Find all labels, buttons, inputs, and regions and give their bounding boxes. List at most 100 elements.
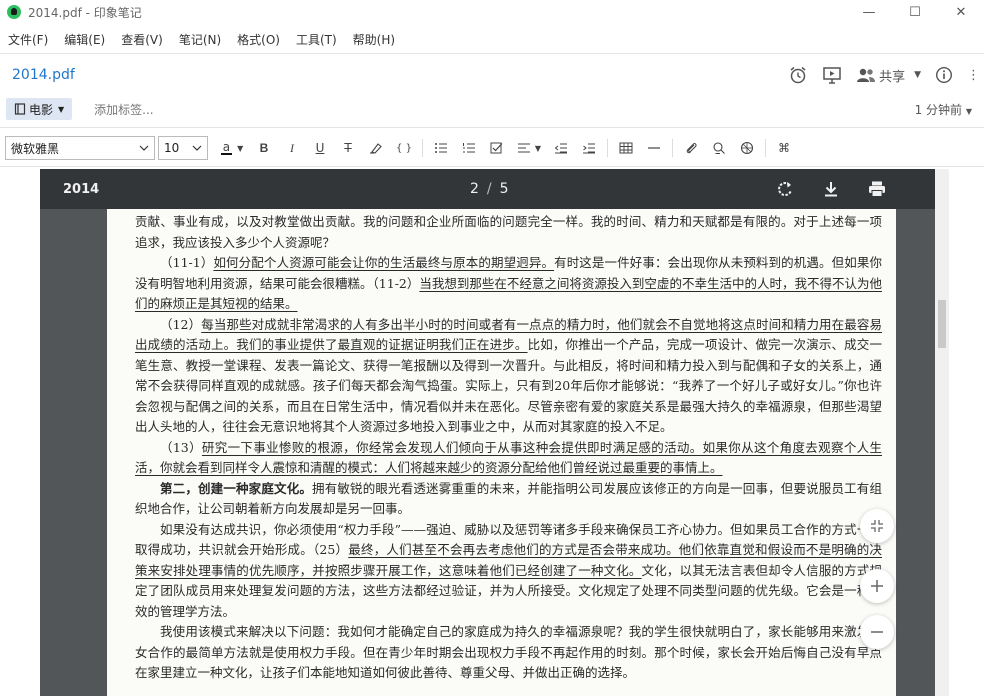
pdf-actions bbox=[762, 169, 900, 209]
chevron-down-icon: ▼ bbox=[534, 143, 542, 153]
font-family-value: 微软雅黑 bbox=[11, 141, 60, 156]
pdf-paragraph: 第二，创建一种家庭文化。拥有敏锐的眼光看透迷雾重重的未来，并能指明公司发展应该修… bbox=[135, 479, 882, 520]
align-button[interactable]: ▼ bbox=[511, 136, 547, 160]
text-color-button[interactable]: a ▼ bbox=[214, 136, 250, 160]
indent-icon[interactable] bbox=[575, 136, 603, 160]
page-current[interactable]: 2 bbox=[470, 181, 479, 197]
minimize-button[interactable]: — bbox=[846, 0, 892, 24]
strikethrough-button[interactable]: T bbox=[334, 136, 362, 160]
updated-time[interactable]: 1 分钟前 ▼ bbox=[915, 101, 972, 118]
note-header-tools: 共享 ▼ ⋮ bbox=[788, 60, 984, 90]
notebook-name: 电影 bbox=[29, 102, 54, 117]
add-tag-input[interactable]: 添加标签... bbox=[94, 101, 153, 118]
code-block-button[interactable]: { } bbox=[390, 136, 418, 160]
format-toolbar: 微软雅黑 10 a ▼ B I U T { } ▼ ⌘ bbox=[0, 132, 984, 164]
font-family-select[interactable]: 微软雅黑 bbox=[5, 136, 155, 160]
outdent-icon[interactable] bbox=[547, 136, 575, 160]
align-left-icon bbox=[517, 143, 530, 153]
divider bbox=[0, 127, 984, 128]
share-button[interactable]: 共享 ▼ bbox=[856, 66, 921, 85]
checkbox-icon[interactable] bbox=[483, 136, 511, 160]
menu-tools[interactable]: 工具(T) bbox=[296, 31, 337, 48]
chevron-down-icon: ▼ bbox=[965, 106, 972, 116]
section-heading: 第二，创建一种家庭文化。 bbox=[160, 480, 313, 496]
more-options-icon[interactable]: ⋮ bbox=[967, 68, 980, 83]
present-icon[interactable] bbox=[822, 66, 842, 84]
note-title[interactable]: 2014.pdf bbox=[12, 67, 75, 83]
toolbar-divider bbox=[422, 139, 423, 157]
pdf-paragraph: （13）研究一下事业惨败的根源，你经常会发现人们倾向于从事这种会提供即时满足感的… bbox=[135, 438, 882, 479]
font-size-value: 10 bbox=[164, 141, 180, 155]
underlined-text: 如何分配个人资源可能会让你的生活最终与原本的期望迥异。 bbox=[213, 255, 555, 270]
attachment-icon[interactable] bbox=[677, 136, 705, 160]
zoom-in-icon[interactable] bbox=[860, 569, 894, 603]
menu-view[interactable]: 查看(V) bbox=[121, 31, 163, 48]
chevron-down-icon: ▼ bbox=[237, 143, 244, 153]
info-icon[interactable] bbox=[935, 66, 953, 84]
question-marker: （13） bbox=[160, 439, 202, 455]
scrollbar-thumb[interactable] bbox=[938, 300, 946, 348]
pdf-paragraph: 我使用该模式来解决以下问题：我如何才能确定自己的家庭成为持久的幸福源泉呢？我的学… bbox=[135, 624, 882, 680]
bold-button[interactable]: B bbox=[250, 136, 278, 160]
menu-help[interactable]: 帮助(H) bbox=[353, 31, 395, 48]
vertical-scrollbar[interactable] bbox=[935, 169, 949, 696]
pdf-viewer-area: 2014 2 / 5 贡献、事业有成，以及对教堂做出贡献。我的问题和企业所面临的… bbox=[0, 169, 984, 696]
notebook-selector[interactable]: 电影 ▼ bbox=[6, 98, 73, 120]
pdf-viewer: 2014 2 / 5 贡献、事业有成，以及对教堂做出贡献。我的问题和企业所面临的… bbox=[40, 169, 935, 696]
print-icon[interactable] bbox=[854, 169, 900, 209]
table-icon[interactable] bbox=[612, 136, 640, 160]
chevron-down-icon bbox=[192, 145, 202, 151]
text-color-glyph: a bbox=[220, 140, 233, 155]
chevron-down-icon bbox=[139, 145, 149, 151]
people-icon bbox=[857, 68, 876, 82]
horizontal-rule-icon[interactable] bbox=[640, 136, 668, 160]
menu-note[interactable]: 笔记(N) bbox=[179, 31, 221, 48]
window-controls: — ☐ ✕ bbox=[846, 0, 984, 24]
page-separator: / bbox=[486, 181, 492, 197]
pdf-page: 贡献、事业有成，以及对教堂做出贡献。我的问题和企业所面临的问题完全一样。我的时间… bbox=[107, 209, 896, 696]
numbered-list-icon[interactable] bbox=[455, 136, 483, 160]
title-bar: 2014.pdf - 印象笔记 — ☐ ✕ bbox=[0, 0, 984, 24]
menu-format[interactable]: 格式(O) bbox=[237, 31, 280, 48]
close-button[interactable]: ✕ bbox=[938, 0, 984, 24]
tag-bar: 电影 ▼ 添加标签... 1 分钟前 ▼ bbox=[0, 96, 984, 122]
pdf-paragraph: 如果没有达成共识，你必须使用“权力手段”——强迫、威胁以及惩罚等诸多手段来确保员… bbox=[135, 520, 882, 623]
pdf-paragraph: （11-1）如何分配个人资源可能会让你的生活最终与原本的期望迥异。有时这是一件好… bbox=[135, 253, 882, 315]
font-size-select[interactable]: 10 bbox=[158, 136, 208, 160]
page-indicator: 2 / 5 bbox=[470, 169, 509, 209]
window-title: 2014.pdf - 印象笔记 bbox=[28, 5, 142, 20]
pdf-paragraph: 贡献、事业有成，以及对教堂做出贡献。我的问题和企业所面临的问题完全一样。我的时间… bbox=[135, 214, 882, 250]
chevron-down-icon: ▼ bbox=[58, 104, 65, 114]
more-formatting-icon[interactable]: ⌘ bbox=[770, 136, 798, 160]
fit-page-icon[interactable] bbox=[860, 509, 894, 543]
divider bbox=[0, 53, 984, 54]
chevron-down-icon: ▼ bbox=[914, 70, 921, 80]
evernote-logo-icon bbox=[7, 5, 21, 19]
share-label: 共享 bbox=[879, 69, 906, 85]
pdf-toolbar: 2014 2 / 5 bbox=[40, 169, 935, 209]
toolbar-divider bbox=[672, 139, 673, 157]
pdf-page-text: 贡献、事业有成，以及对教堂做出贡献。我的问题和企业所面临的问题完全一样。我的时间… bbox=[107, 209, 896, 684]
highlight-icon[interactable] bbox=[362, 136, 390, 160]
zoom-out-icon[interactable] bbox=[860, 615, 894, 649]
audio-record-icon[interactable] bbox=[705, 136, 733, 160]
toolbar-divider bbox=[765, 139, 766, 157]
italic-button[interactable]: I bbox=[278, 136, 306, 160]
question-marker: （12） bbox=[160, 316, 202, 332]
question-marker: （11-1） bbox=[160, 255, 214, 270]
menu-bar: 文件(F) 编辑(E) 查看(V) 笔记(N) 格式(O) 工具(T) 帮助(H… bbox=[0, 28, 984, 50]
page-total: 5 bbox=[499, 181, 509, 197]
maximize-button[interactable]: ☐ bbox=[892, 0, 938, 24]
menu-edit[interactable]: 编辑(E) bbox=[64, 31, 105, 48]
underlined-text: 研究一下事业惨败的根源，你经常会发现人们倾向于从事这种会提供即时满足感的活动。如… bbox=[135, 439, 882, 476]
toolbar-divider bbox=[607, 139, 608, 157]
bullet-list-icon[interactable] bbox=[427, 136, 455, 160]
underline-button[interactable]: U bbox=[306, 136, 334, 160]
download-icon[interactable] bbox=[808, 169, 854, 209]
encrypt-icon[interactable] bbox=[733, 136, 761, 160]
reminder-alarm-icon[interactable] bbox=[788, 66, 808, 84]
notebook-icon bbox=[14, 103, 26, 115]
menu-file[interactable]: 文件(F) bbox=[8, 31, 48, 48]
rotate-icon[interactable] bbox=[762, 169, 808, 209]
pdf-filename: 2014 bbox=[63, 181, 100, 197]
